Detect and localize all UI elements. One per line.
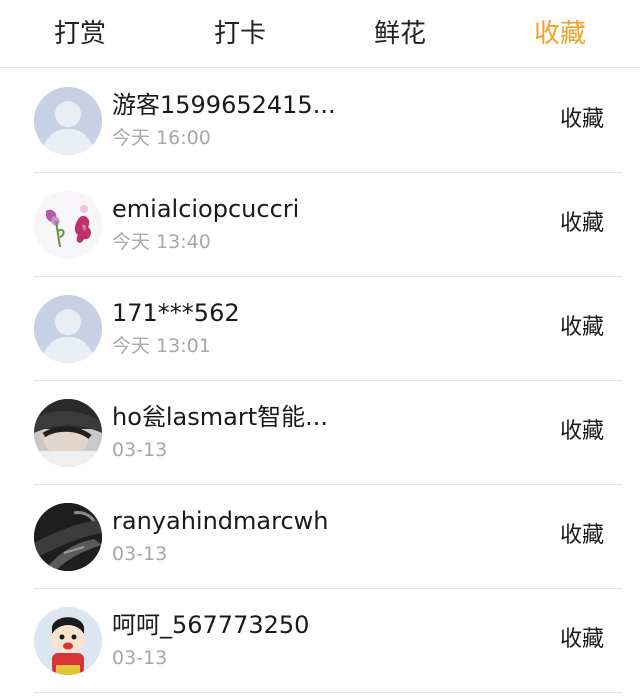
tab-reward[interactable]: 打赏 [0,0,160,68]
user-name: ranyahindmarcwh [112,507,329,535]
avatar [34,87,102,155]
user-name: 呵呵_567773250 [112,611,310,639]
tab-checkin[interactable]: 打卡 [160,0,320,68]
tab-favorites[interactable]: 收藏 [480,0,640,68]
favorite-label[interactable]: 收藏 [560,519,604,553]
list-item[interactable]: emialciopcuccri 今天 13:40 收藏 [0,173,640,277]
timestamp: 03-13 [112,543,168,565]
cartoon-boy-photo [34,607,102,675]
flowers-photo [34,191,102,259]
sleeping-person-photo [34,399,102,467]
avatar [34,607,102,675]
avatar [34,295,102,363]
timestamp: 今天 13:40 [112,231,211,253]
list-item[interactable]: 游客1599652415... 今天 16:00 收藏 [0,69,640,173]
default-user-icon [34,295,102,363]
avatar [34,399,102,467]
favorite-label[interactable]: 收藏 [560,311,604,345]
timestamp: 03-13 [112,439,168,461]
favorite-label[interactable]: 收藏 [560,103,604,137]
user-name: ho瓮lasmart智能... [112,403,329,431]
default-user-icon [34,87,102,155]
list-item[interactable]: 171***562 今天 13:01 收藏 [0,277,640,381]
divider [34,692,622,693]
favorite-label[interactable]: 收藏 [560,415,604,449]
avatar [34,191,102,259]
user-name: 游客1599652415... [112,91,336,119]
list-item[interactable]: ho瓮lasmart智能... 03-13 收藏 [0,381,640,485]
tab-flowers[interactable]: 鲜花 [320,0,480,68]
timestamp: 今天 16:00 [112,127,211,149]
timestamp: 03-13 [112,647,168,669]
favorite-label[interactable]: 收藏 [560,623,604,657]
user-name: emialciopcuccri [112,195,300,223]
timestamp: 今天 13:01 [112,335,211,357]
list-item[interactable]: 呵呵_567773250 03-13 收藏 [0,589,640,693]
avatar [34,503,102,571]
list-item[interactable]: ranyahindmarcwh 03-13 收藏 [0,485,640,589]
favorite-label[interactable]: 收藏 [560,207,604,241]
user-name: 171***562 [112,299,240,327]
dark-photo [34,503,102,571]
user-list: 游客1599652415... 今天 16:00 收藏 emialciopcuc… [0,69,640,693]
tab-bar: 打赏 打卡 鲜花 收藏 [0,0,640,68]
